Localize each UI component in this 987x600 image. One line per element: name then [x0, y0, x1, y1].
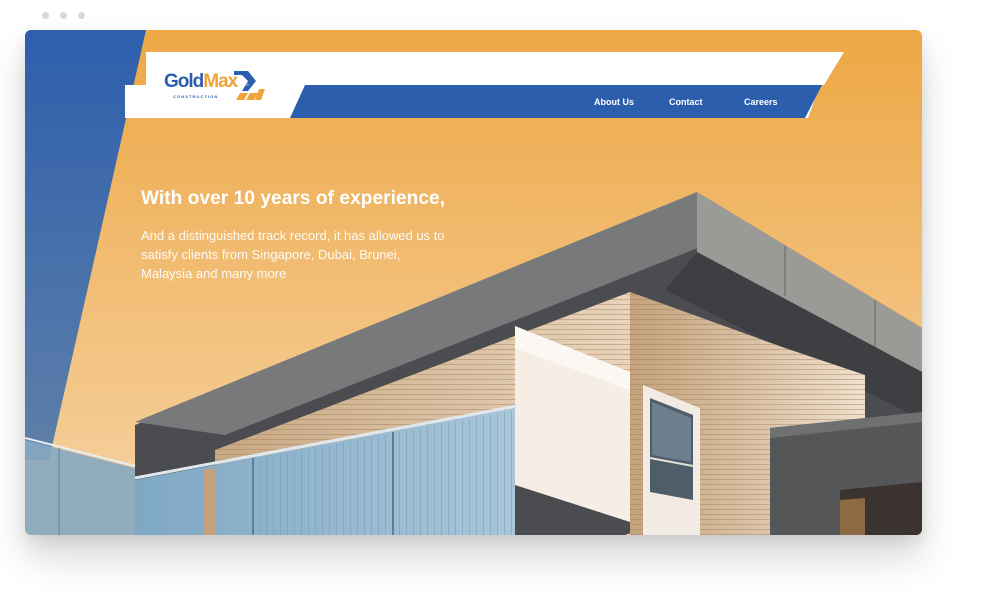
goldmax-logo[interactable]: GoldMax CONSTRUCTION	[164, 69, 274, 103]
window-controls	[42, 12, 85, 19]
nav-about-us[interactable]: About Us	[594, 97, 634, 107]
minimize-dot[interactable]	[60, 12, 67, 19]
maximize-dot[interactable]	[78, 12, 85, 19]
logo-tagline: CONSTRUCTION	[173, 94, 219, 99]
website-window: GoldMax CONSTRUCTION About Us Contact Ca…	[25, 30, 922, 535]
hero-title: With over 10 years of experience,	[141, 188, 446, 209]
close-dot[interactable]	[42, 12, 49, 19]
double-chevron-logo-mark-icon	[234, 71, 265, 100]
logo-wordmark: GoldMax	[164, 71, 238, 92]
nav-contact[interactable]: Contact	[669, 97, 703, 107]
logo-gold-text: Gold	[164, 71, 204, 92]
hero-body: And a distinguished track record, it has…	[141, 228, 445, 281]
hero-copy: With over 10 years of experience, And a …	[141, 187, 471, 283]
nav-careers[interactable]: Careers	[744, 97, 778, 107]
